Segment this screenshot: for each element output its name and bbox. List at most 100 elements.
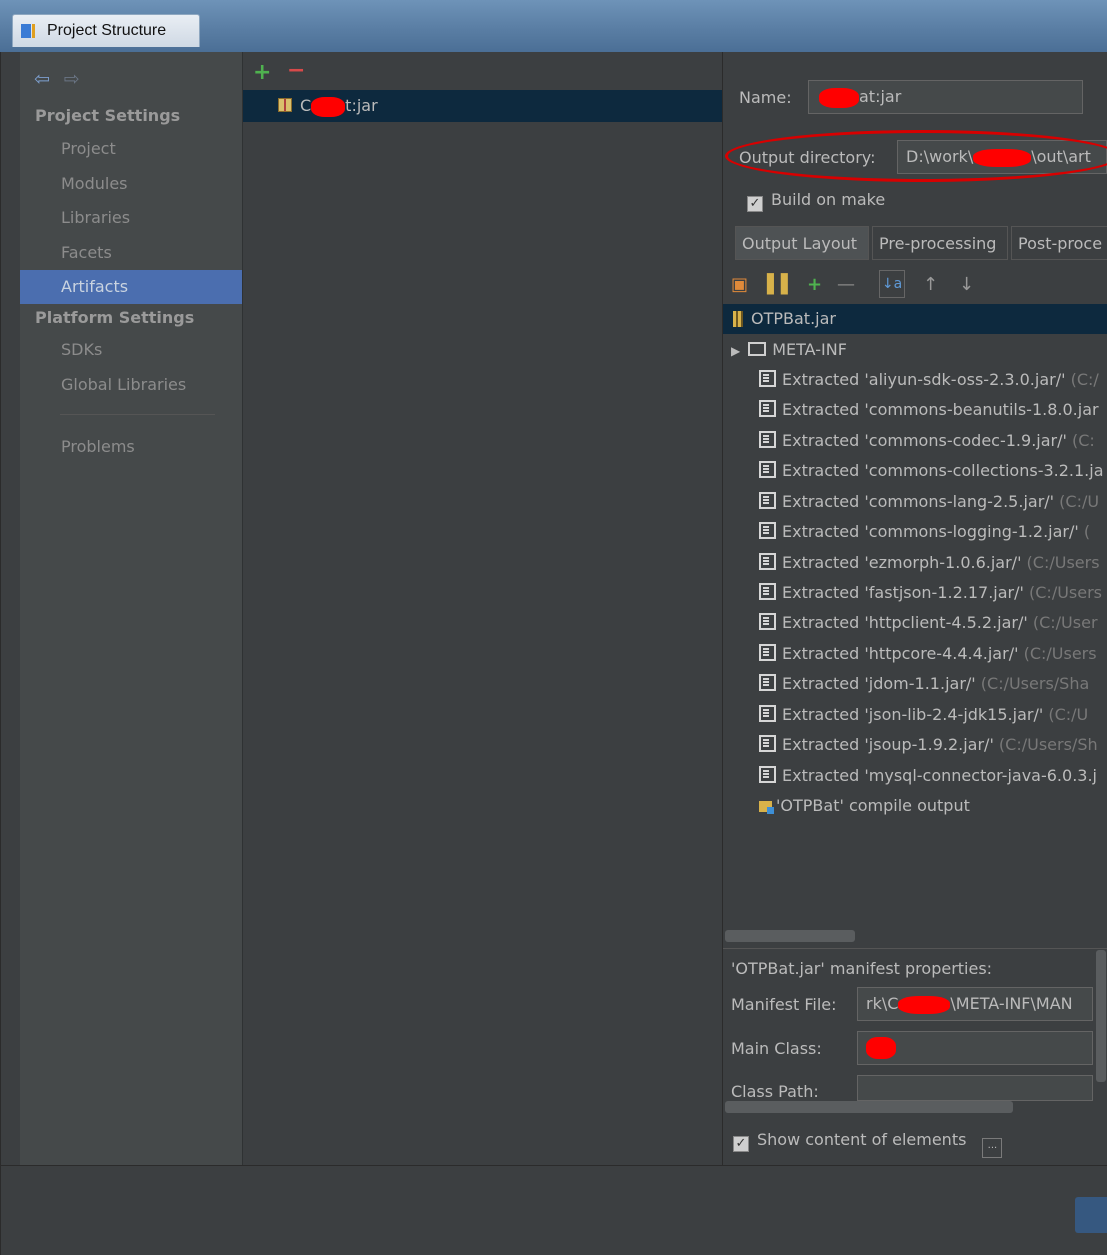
add-jar-icon[interactable]: ▌▌	[767, 274, 795, 295]
layout-toolbar: ▣ ▌▌ + — ↓a ↑ ↓	[723, 268, 1107, 304]
sort-elements-icon[interactable]: ↓a	[879, 270, 905, 298]
tree-row-extracted[interactable]: Extracted 'aliyun-sdk-oss-2.3.0.jar/' (C…	[723, 365, 1107, 395]
tree-compile-output[interactable]: 'OTPBat' compile output	[723, 791, 1107, 821]
tree-row-extracted[interactable]: Extracted 'httpclient-4.5.2.jar/' (C:/Us…	[723, 608, 1107, 638]
remove-artifact-icon[interactable]: −	[287, 58, 305, 83]
tree-row-label: Extracted 'jdom-1.1.jar/'	[782, 674, 976, 693]
tree-row-label: Extracted 'httpclient-4.5.2.jar/'	[782, 613, 1028, 632]
tree-row-extracted[interactable]: Extracted 'commons-codec-1.9.jar/' (C:	[723, 426, 1107, 456]
tree-row-path: (C:/Users/Sha	[975, 674, 1090, 693]
build-on-make-checkbox[interactable]: ✓ Build on make	[747, 190, 885, 212]
remove-element-icon[interactable]: —	[837, 274, 855, 295]
checkbox-checked-icon: ✓	[733, 1136, 749, 1152]
highlight-ellipse	[725, 130, 1107, 182]
project-settings-header: Project Settings	[35, 106, 181, 125]
name-label: Name:	[739, 88, 792, 107]
tree-root-label: OTPBat.jar	[751, 309, 836, 328]
build-on-make-label: Build on make	[771, 190, 886, 209]
settings-sidebar: ⇦ ⇨ Project Settings Project Modules Libr…	[20, 52, 243, 1165]
artifact-details-panel: Name: at:jar Output directory: D:\work\ \…	[723, 52, 1107, 1165]
back-arrow-icon[interactable]: ⇦	[34, 68, 50, 90]
extracted-jar-icon	[759, 705, 776, 722]
title-bar: Project Structure	[0, 0, 1107, 52]
tree-row-extracted[interactable]: Extracted 'httpcore-4.4.4.jar/' (C:/User…	[723, 639, 1107, 669]
manifest-file-prefix: rk\C	[866, 994, 899, 1013]
sidebar-item-modules[interactable]: Modules	[20, 167, 242, 201]
manifest-horizontal-scrollbar[interactable]	[725, 1101, 1013, 1113]
manifest-file-label: Manifest File:	[731, 995, 837, 1014]
tab-output-layout[interactable]: Output Layout	[735, 226, 869, 260]
tree-row-extracted[interactable]: Extracted 'ezmorph-1.0.6.jar/' (C:/Users	[723, 548, 1107, 578]
tree-meta-inf[interactable]: ▶ META-INF	[723, 335, 1107, 365]
artifact-list-item[interactable]: Ct:jar	[243, 90, 722, 122]
tree-row-extracted[interactable]: Extracted 'json-lib-2.4-jdk15.jar/' (C:/…	[723, 700, 1107, 730]
more-options-button[interactable]: ...	[982, 1138, 1003, 1158]
tree-row-extracted[interactable]: Extracted 'commons-beanutils-1.8.0.jar	[723, 395, 1107, 425]
forward-arrow-icon[interactable]: ⇨	[64, 68, 80, 90]
tree-row-label: Extracted 'ezmorph-1.0.6.jar/'	[782, 553, 1022, 572]
tree-row-label: Extracted 'commons-lang-2.5.jar/'	[782, 492, 1055, 511]
manifest-properties: 'OTPBat.jar' manifest properties: Manife…	[723, 948, 1107, 1101]
expand-arrow-icon[interactable]: ▶	[731, 344, 740, 358]
artifact-name-prefix: C	[300, 96, 312, 115]
tree-row-extracted[interactable]: Extracted 'commons-collections-3.2.1.ja	[723, 456, 1107, 486]
tree-row-path: (C:/User	[1027, 613, 1098, 632]
tree-row-label: Extracted 'fastjson-1.2.17.jar/'	[782, 583, 1024, 602]
name-input[interactable]: at:jar	[808, 80, 1083, 114]
redaction-mark	[898, 995, 951, 1014]
tree-row-extracted[interactable]: Extracted 'jdom-1.1.jar/' (C:/Users/Sha	[723, 669, 1107, 699]
tab-post-processing[interactable]: Post-proce	[1011, 226, 1107, 260]
tree-row-extracted[interactable]: Extracted 'commons-logging-1.2.jar/' (	[723, 517, 1107, 547]
add-element-icon[interactable]: +	[807, 274, 822, 295]
sidebar-item-libraries[interactable]: Libraries	[20, 201, 242, 235]
tree-row-extracted[interactable]: Extracted 'commons-lang-2.5.jar/' (C:/U	[723, 487, 1107, 517]
sidebar-item-facets[interactable]: Facets	[20, 236, 242, 270]
extracted-jar-icon	[759, 583, 776, 600]
jar-artifact-icon	[278, 98, 292, 112]
output-layout-tree: OTPBat.jar ▶ META-INF Extracted 'aliyun-s…	[723, 304, 1107, 924]
intellij-app-icon	[21, 22, 39, 40]
sidebar-item-problems[interactable]: Problems	[20, 430, 242, 464]
window-title-tab[interactable]: Project Structure	[12, 14, 200, 47]
checkbox-checked-icon: ✓	[747, 196, 763, 212]
manifest-file-input[interactable]: rk\C \META-INF\MAN	[857, 987, 1093, 1021]
tree-row-label: Extracted 'json-lib-2.4-jdk15.jar/'	[782, 705, 1044, 724]
extracted-jar-icon	[759, 735, 776, 752]
move-down-icon[interactable]: ↓	[959, 274, 974, 295]
sidebar-item-global-libraries[interactable]: Global Libraries	[20, 368, 242, 402]
platform-settings-header: Platform Settings	[35, 308, 195, 327]
add-artifact-icon[interactable]: +	[253, 60, 271, 85]
extracted-jar-icon	[759, 370, 776, 387]
tree-row-label: Extracted 'commons-codec-1.9.jar/'	[782, 431, 1067, 450]
main-class-input[interactable]	[857, 1031, 1093, 1065]
folder-icon	[748, 342, 767, 356]
tree-row-label: Extracted 'httpcore-4.4.4.jar/'	[782, 644, 1019, 663]
redaction-mark	[311, 96, 346, 117]
tab-pre-processing[interactable]: Pre-processing	[872, 226, 1008, 260]
tree-row-path: (C:	[1066, 431, 1095, 450]
class-path-input[interactable]	[857, 1075, 1093, 1101]
tree-row-label: Extracted 'mysql-connector-java-6.0.3.j	[782, 766, 1097, 785]
move-up-icon[interactable]: ↑	[923, 274, 938, 295]
manifest-vertical-scrollbar[interactable]	[1096, 950, 1106, 1082]
tree-row-extracted[interactable]: Extracted 'jsoup-1.9.2.jar/' (C:/Users/S…	[723, 730, 1107, 760]
tree-row-extracted[interactable]: Extracted 'fastjson-1.2.17.jar/' (C:/Use…	[723, 578, 1107, 608]
tree-root-jar[interactable]: OTPBat.jar	[723, 304, 1107, 334]
artifacts-list-panel: + − Ct:jar	[243, 52, 723, 1165]
tree-row-label: Extracted 'aliyun-sdk-oss-2.3.0.jar/'	[782, 370, 1066, 389]
extracted-jar-icon	[759, 522, 776, 539]
tree-horizontal-scrollbar[interactable]	[725, 930, 855, 942]
window-title: Project Structure	[47, 22, 167, 39]
tree-row-extracted[interactable]: Extracted 'mysql-connector-java-6.0.3.j	[723, 761, 1107, 791]
sidebar-item-artifacts[interactable]: Artifacts	[20, 270, 242, 304]
tree-row-path: (C:/Users	[1018, 644, 1097, 663]
ok-button[interactable]	[1075, 1197, 1107, 1233]
name-value-suffix: at:jar	[859, 87, 902, 106]
show-content-checkbox[interactable]: ✓ Show content of elements...	[733, 1130, 1003, 1158]
sidebar-item-sdks[interactable]: SDKs	[20, 333, 242, 367]
sidebar-item-project[interactable]: Project	[20, 132, 242, 166]
tree-row-label: Extracted 'commons-logging-1.2.jar/'	[782, 522, 1079, 541]
module-output-icon	[759, 801, 774, 814]
create-directory-icon[interactable]: ▣	[731, 274, 748, 295]
main-class-label: Main Class:	[731, 1039, 822, 1058]
